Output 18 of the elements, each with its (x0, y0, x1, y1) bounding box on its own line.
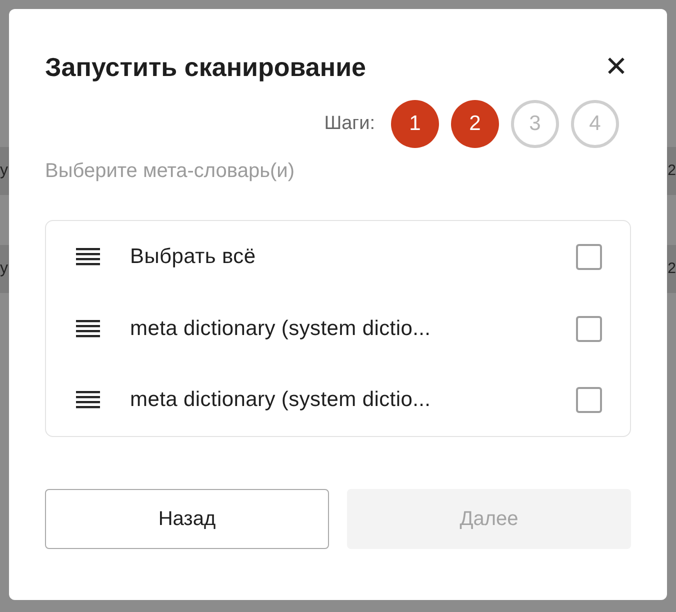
item-label: meta dictionary (system dictio... (130, 316, 432, 342)
list-icon (76, 318, 100, 338)
list-icon (76, 390, 100, 410)
table-cell: y (0, 161, 8, 181)
dialog-title: Запустить сканирование (45, 51, 366, 84)
back-button[interactable]: Назад (45, 489, 329, 549)
checkbox[interactable] (576, 316, 602, 342)
checkbox[interactable] (576, 387, 602, 414)
subtitle: Выберите мета-словарь(и) (45, 159, 296, 184)
table-cell: 2 (668, 259, 676, 279)
list-icon (76, 246, 100, 267)
steps-label: Шаги: (324, 112, 375, 136)
table-cell: y (0, 259, 8, 279)
item-label: Выбрать всё (130, 244, 257, 270)
table-cell: 2 (668, 161, 676, 181)
close-button[interactable]: ✕ (601, 52, 631, 82)
checkbox[interactable] (576, 244, 602, 270)
item-label: meta dictionary (system dictio... (130, 387, 432, 414)
